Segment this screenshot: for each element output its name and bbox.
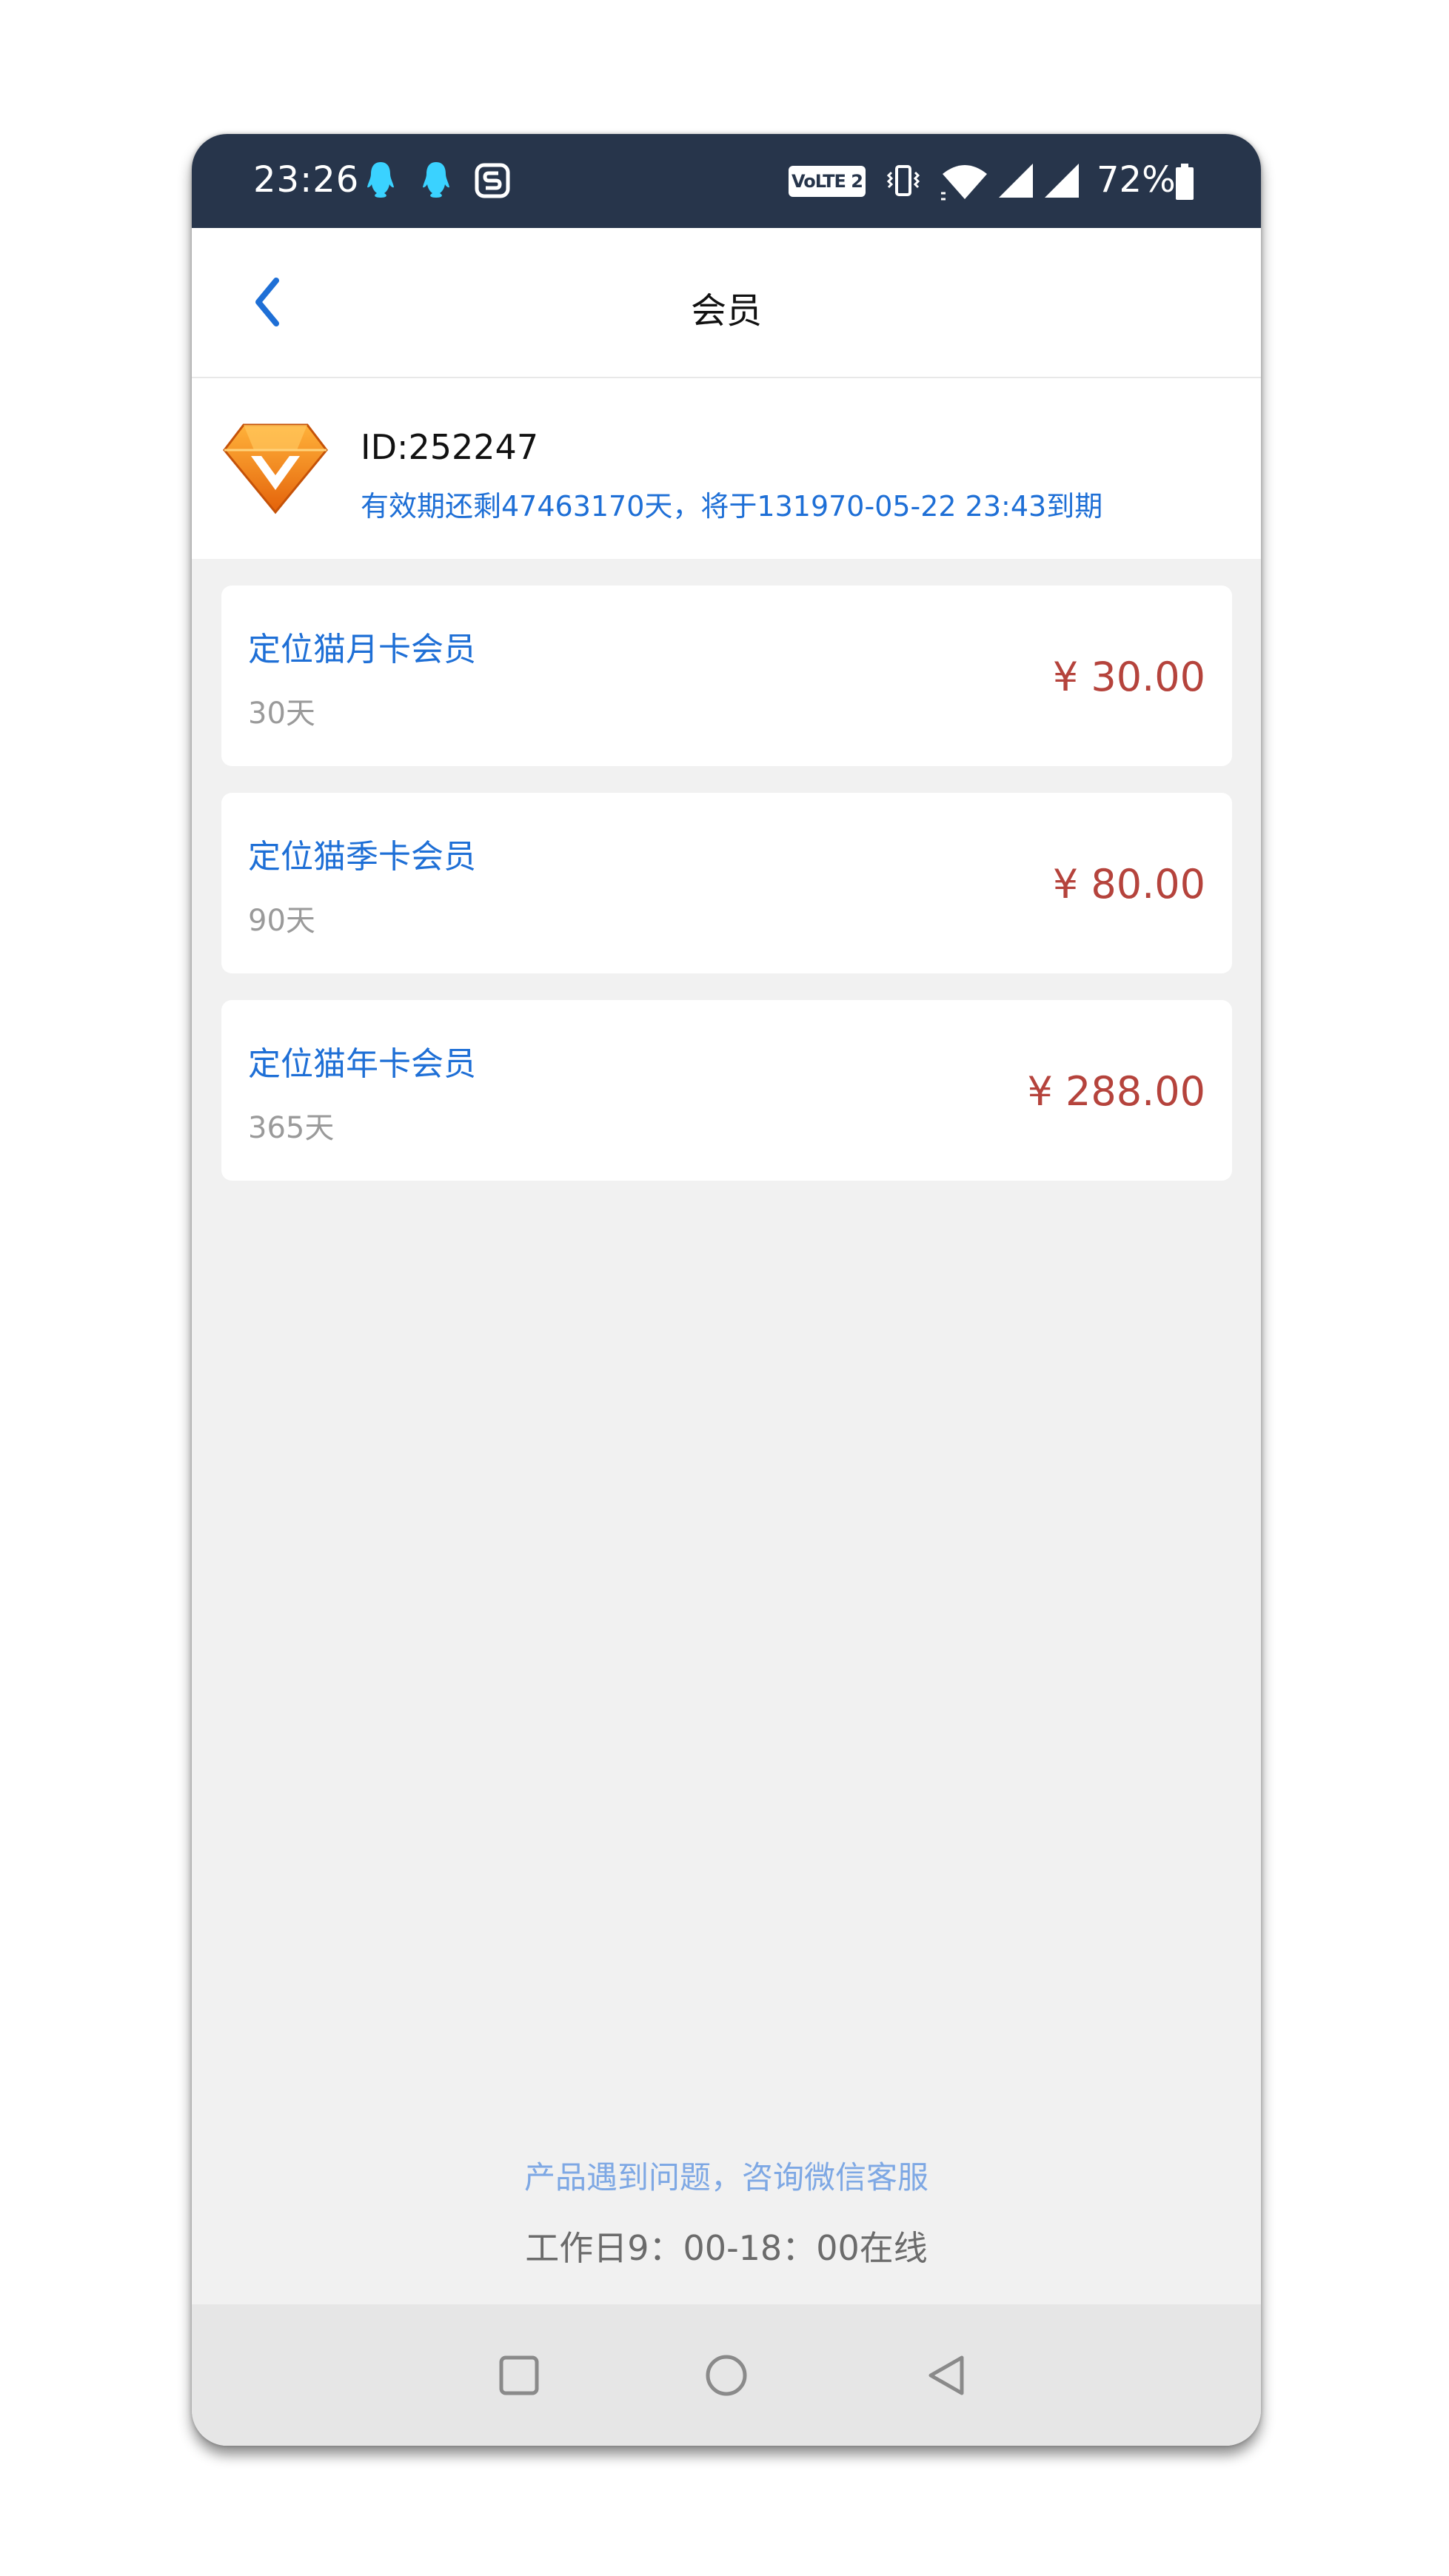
plan-duration: 365天 xyxy=(248,1111,335,1145)
vip-diamond-icon xyxy=(223,423,328,514)
plan-card-yearly[interactable]: 定位猫年卡会员 365天 ¥ 288.00 xyxy=(221,1000,1232,1181)
plan-name: 定位猫月卡会员 xyxy=(248,631,476,668)
plan-duration: 30天 xyxy=(248,697,315,731)
wifi-icon xyxy=(941,165,987,201)
signal-icon xyxy=(999,164,1033,198)
back-triangle-icon[interactable] xyxy=(919,2347,975,2404)
vibrate-icon xyxy=(886,165,920,196)
recents-square-icon[interactable] xyxy=(491,2347,547,2404)
qq-icon xyxy=(423,162,449,198)
qq-icon xyxy=(367,162,394,198)
plan-price: ¥ 30.00 xyxy=(1052,654,1205,700)
user-id: ID:252247 xyxy=(361,427,539,467)
sogou-icon xyxy=(475,163,510,198)
plan-card-quarterly[interactable]: 定位猫季卡会员 90天 ¥ 80.00 xyxy=(221,793,1232,973)
status-bar: 23:26 VoLTE 2 72% xyxy=(192,134,1261,228)
membership-expiry: 有效期还剩47463170天，将于131970-05-22 23:43到期 xyxy=(361,490,1103,523)
phone-screen: 23:26 VoLTE 2 72% 会员 ID:252247 有效期还剩4746… xyxy=(192,134,1261,2446)
signal-icon xyxy=(1045,164,1079,198)
battery-percent: 72% xyxy=(1097,159,1176,201)
plan-price: ¥ 80.00 xyxy=(1052,861,1205,908)
home-circle-icon[interactable] xyxy=(698,2347,754,2404)
plan-list: 定位猫月卡会员 30天 ¥ 30.00 定位猫季卡会员 90天 ¥ 80.00 … xyxy=(221,586,1232,1207)
system-navigation-bar xyxy=(192,2304,1261,2446)
battery-icon xyxy=(1176,164,1194,200)
plan-name: 定位猫季卡会员 xyxy=(248,838,476,876)
user-info: ID:252247 有效期还剩47463170天，将于131970-05-22 … xyxy=(192,378,1261,559)
plan-name: 定位猫年卡会员 xyxy=(248,1045,476,1083)
plan-duration: 90天 xyxy=(248,904,315,938)
service-hours: 工作日9：00-18：00在线 xyxy=(525,2228,928,2268)
status-time: 23:26 xyxy=(253,159,360,201)
app-header: 会员 xyxy=(192,228,1261,378)
volte-badge: VoLTE 2 xyxy=(789,166,866,197)
support-link[interactable]: 产品遇到问题，咨询微信客服 xyxy=(192,2153,1261,2198)
plan-price: ¥ 288.00 xyxy=(1027,1068,1205,1115)
plan-card-monthly[interactable]: 定位猫月卡会员 30天 ¥ 30.00 xyxy=(221,586,1232,766)
page-title: 会员 xyxy=(690,290,762,332)
